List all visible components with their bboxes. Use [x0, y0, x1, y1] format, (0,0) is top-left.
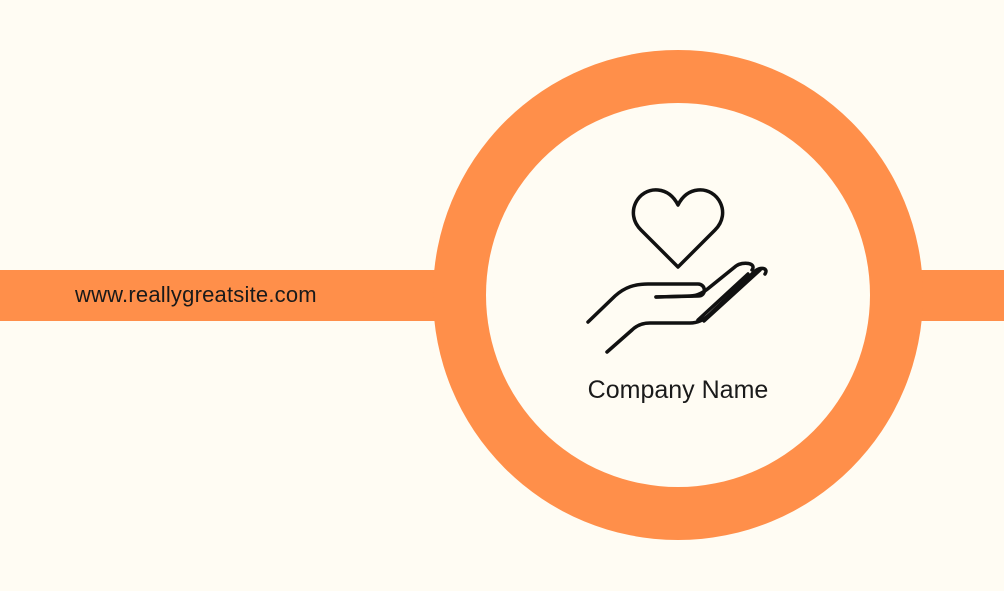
website-url: www.reallygreatsite.com: [75, 282, 317, 307]
business-card: www.reallygreatsite.com Company Name: [0, 0, 1004, 591]
heart-in-hand-icon: [586, 188, 768, 354]
company-name: Company Name: [587, 376, 769, 404]
